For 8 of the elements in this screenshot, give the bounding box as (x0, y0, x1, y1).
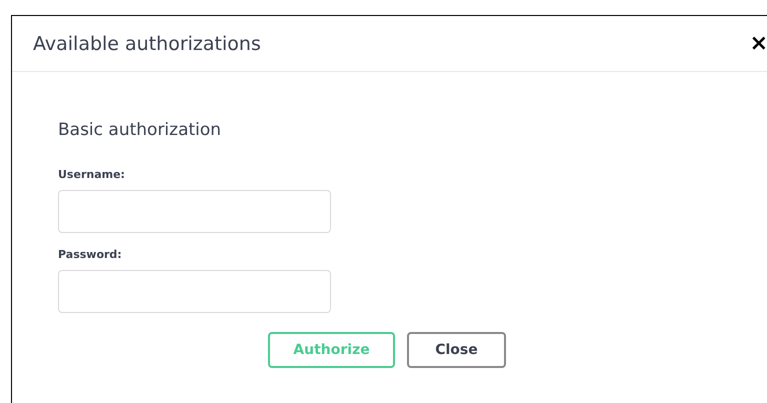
close-button[interactable]: × (750, 32, 767, 54)
field-label: Username: (58, 168, 126, 181)
input-field[interactable] (58, 190, 331, 233)
field-label: Password: (58, 248, 123, 261)
section-heading: Basic authorization (58, 120, 222, 140)
input-field[interactable] (58, 270, 331, 313)
dialog-title: Available authorizations (33, 32, 261, 54)
dialog-button[interactable]: Close (407, 332, 506, 368)
